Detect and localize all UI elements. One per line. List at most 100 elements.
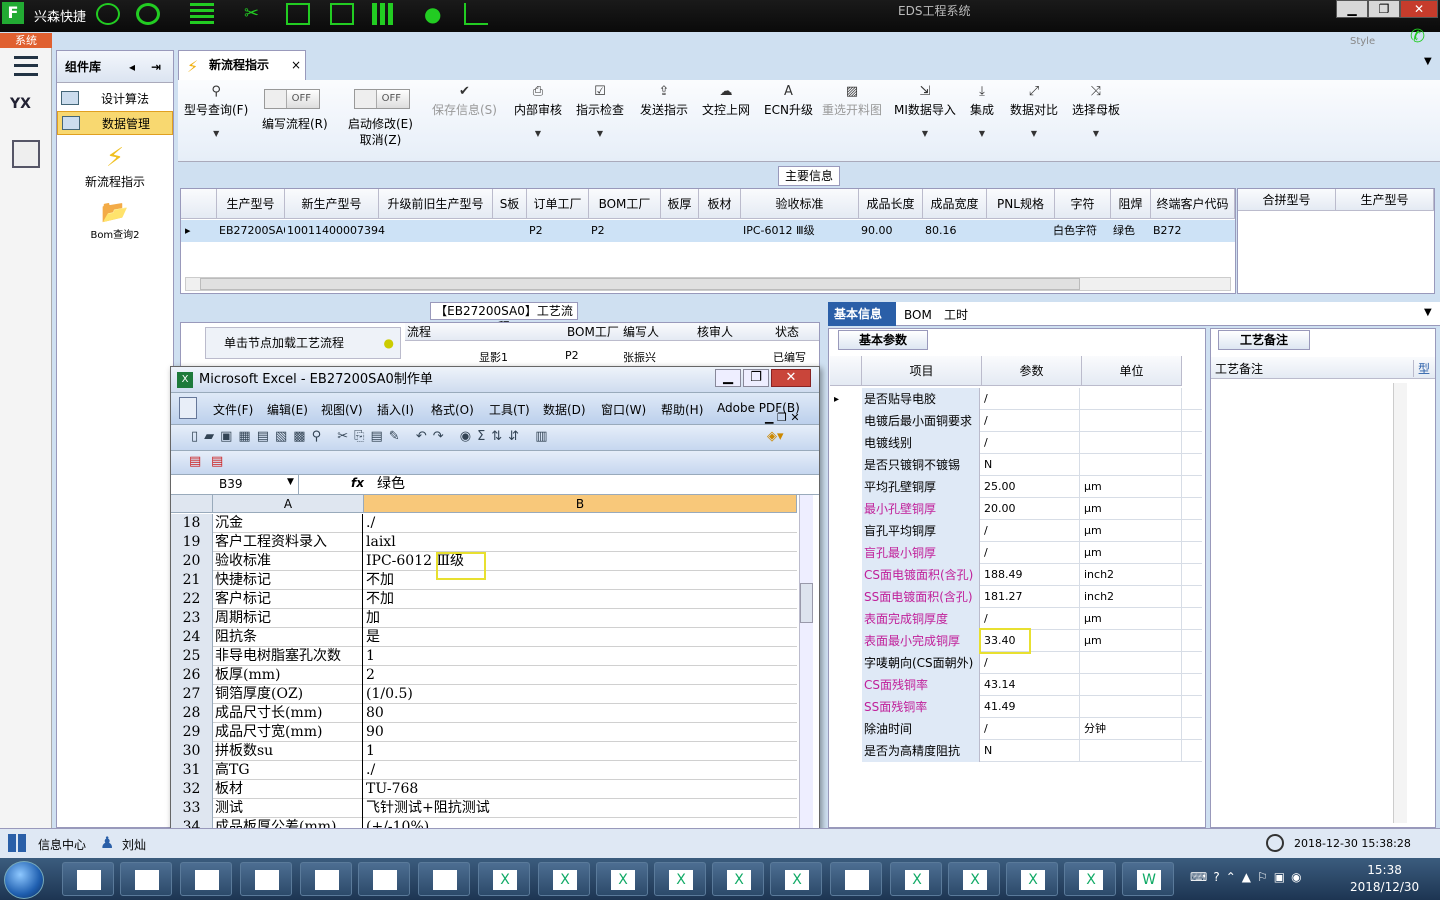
- col-header[interactable]: 订单工厂: [527, 189, 589, 219]
- cell[interactable]: IPC-6012 Ⅲ级: [741, 220, 859, 242]
- menu-window[interactable]: 窗口(W): [601, 401, 646, 418]
- param-unit[interactable]: μm: [1082, 520, 1182, 542]
- reselect-cutting-button[interactable]: ▨ 重选开料图: [822, 84, 882, 118]
- param-row[interactable]: 表面最小完成铜厚 33.40 μm: [862, 630, 1202, 652]
- cell-b[interactable]: ./: [364, 514, 797, 533]
- cell-a[interactable]: 板材: [213, 780, 363, 799]
- select-all-corner[interactable]: [171, 495, 213, 513]
- row-number[interactable]: 24: [171, 628, 213, 647]
- dropdown-icon[interactable]: ▼: [1424, 307, 1432, 318]
- param-value[interactable]: /: [982, 608, 1080, 630]
- cell-a[interactable]: 高TG: [213, 761, 363, 780]
- feather-app-icon[interactable]: [62, 862, 114, 896]
- param-value[interactable]: /: [982, 652, 1080, 674]
- cell-b[interactable]: 1: [364, 742, 797, 761]
- phone-icon[interactable]: ✆: [1410, 26, 1425, 47]
- param-unit[interactable]: μm: [1082, 476, 1182, 498]
- film-icon[interactable]: [286, 3, 310, 25]
- cell-a[interactable]: 客户工程资料录入: [213, 533, 363, 552]
- excel-task-icon[interactable]: X: [1006, 862, 1058, 896]
- param-row[interactable]: 电镀线别 /: [862, 432, 1202, 454]
- lifebuoy-icon[interactable]: [136, 3, 160, 25]
- param-unit[interactable]: [1082, 696, 1182, 718]
- param-value[interactable]: 41.49: [982, 696, 1080, 718]
- menu-edit[interactable]: 编辑(E): [267, 401, 308, 418]
- tab-dropdown-icon[interactable]: ▼: [1424, 56, 1432, 67]
- save-info-button[interactable]: ✔ 保存信息(S): [432, 84, 497, 118]
- function-icon[interactable]: fx: [351, 476, 364, 490]
- col-header[interactable]: 成品长度: [859, 189, 923, 219]
- maximize-button[interactable]: ❐: [1368, 0, 1400, 18]
- col-header[interactable]: 板厚: [661, 189, 699, 219]
- tab-basic-info[interactable]: 基本信息: [828, 302, 896, 326]
- name-box[interactable]: B39: [179, 475, 299, 494]
- param-row[interactable]: 最小孔壁铜厚 20.00 μm: [862, 498, 1202, 520]
- cell-a[interactable]: 测试: [213, 799, 363, 818]
- param-unit[interactable]: [1082, 410, 1182, 432]
- col-header[interactable]: 升级前旧生产型号: [379, 189, 493, 219]
- ribbon-min-icon[interactable]: ▁ ❐ ✕: [765, 411, 800, 424]
- param-value[interactable]: /: [982, 542, 1080, 564]
- row-number[interactable]: 28: [171, 704, 213, 723]
- row-number[interactable]: 29: [171, 723, 213, 742]
- excel-task-icon[interactable]: X: [712, 862, 764, 896]
- col-header[interactable]: 项目: [862, 356, 982, 386]
- param-unit[interactable]: inch2: [1082, 586, 1182, 608]
- comp-big-new-process[interactable]: ⚡ 新流程指示: [57, 143, 173, 190]
- tab-new-process[interactable]: ⚡ 新流程指示 ×: [178, 50, 306, 80]
- col-header[interactable]: 核审人: [697, 323, 733, 340]
- col-header[interactable]: 阻焊: [1111, 189, 1151, 219]
- user-icon[interactable]: ●: [424, 3, 448, 25]
- cell-b[interactable]: laixl: [364, 533, 797, 552]
- cell-a[interactable]: 成品尺寸长(mm): [213, 704, 363, 723]
- row-number[interactable]: 25: [171, 647, 213, 666]
- param-value[interactable]: 20.00: [982, 498, 1080, 520]
- col-header[interactable]: BOM工厂: [567, 323, 619, 340]
- col-header[interactable]: 型: [1413, 360, 1430, 377]
- workbook-icon[interactable]: [179, 397, 197, 419]
- col-header[interactable]: 工艺备注: [1215, 360, 1263, 377]
- cell[interactable]: 白色字符: [1051, 220, 1111, 242]
- col-header[interactable]: 参数: [982, 356, 1082, 386]
- cell-b[interactable]: 不加: [364, 590, 797, 609]
- row-number[interactable]: 19: [171, 533, 213, 552]
- cell-b[interactable]: 加: [364, 609, 797, 628]
- mi-import-button[interactable]: ⇲ MI数据导入 ▼: [894, 84, 956, 142]
- menu-file[interactable]: 文件(F): [213, 401, 253, 418]
- param-value[interactable]: /: [982, 410, 1080, 432]
- cell-a[interactable]: 客户标记: [213, 590, 363, 609]
- integrate-button[interactable]: ⤓ 集成 ▼: [970, 84, 994, 142]
- cell[interactable]: EB27200SA0: [217, 220, 290, 242]
- col-header[interactable]: S板: [493, 189, 527, 219]
- row-number[interactable]: 18: [171, 514, 213, 533]
- col-header-a[interactable]: A: [213, 495, 364, 513]
- param-row[interactable]: 是否贴导电胶 /: [862, 388, 1202, 410]
- col-header[interactable]: 字符: [1055, 189, 1111, 219]
- cell-b[interactable]: TU-768: [364, 780, 797, 799]
- fish-app-icon[interactable]: [830, 862, 882, 896]
- formula-input[interactable]: 绿色: [377, 475, 807, 494]
- param-row[interactable]: 盲孔最小铜厚 / μm: [862, 542, 1202, 564]
- col-header[interactable]: 流程: [407, 323, 431, 340]
- start-button[interactable]: [4, 861, 44, 899]
- save-app-icon[interactable]: [120, 862, 172, 896]
- col-header[interactable]: 编写人: [623, 323, 659, 340]
- row-number[interactable]: 31: [171, 761, 213, 780]
- cell-a[interactable]: 快捷标记: [213, 571, 363, 590]
- param-row[interactable]: 平均孔壁铜厚 25.00 μm: [862, 476, 1202, 498]
- param-row[interactable]: 除油时间 / 分钟: [862, 718, 1202, 740]
- instruction-check-button[interactable]: ☑ 指示检查 ▼: [576, 84, 624, 142]
- fill-color-icon[interactable]: ◈▾: [767, 429, 784, 444]
- start-modify-toggle[interactable]: OFF: [354, 89, 410, 109]
- excel-task-icon[interactable]: X: [948, 862, 1000, 896]
- excel-task-icon[interactable]: X: [478, 862, 530, 896]
- param-value[interactable]: 25.00: [982, 476, 1080, 498]
- cell-a[interactable]: 周期标记: [213, 609, 363, 628]
- col-header[interactable]: 验收标准: [741, 189, 859, 219]
- taskbar-clock[interactable]: 15:38 2018/12/30: [1350, 862, 1419, 896]
- row-number[interactable]: 21: [171, 571, 213, 590]
- param-value[interactable]: N: [982, 740, 1080, 762]
- apps-icon[interactable]: [372, 3, 396, 25]
- col-header-b[interactable]: B: [364, 495, 797, 513]
- row-number[interactable]: 33: [171, 799, 213, 818]
